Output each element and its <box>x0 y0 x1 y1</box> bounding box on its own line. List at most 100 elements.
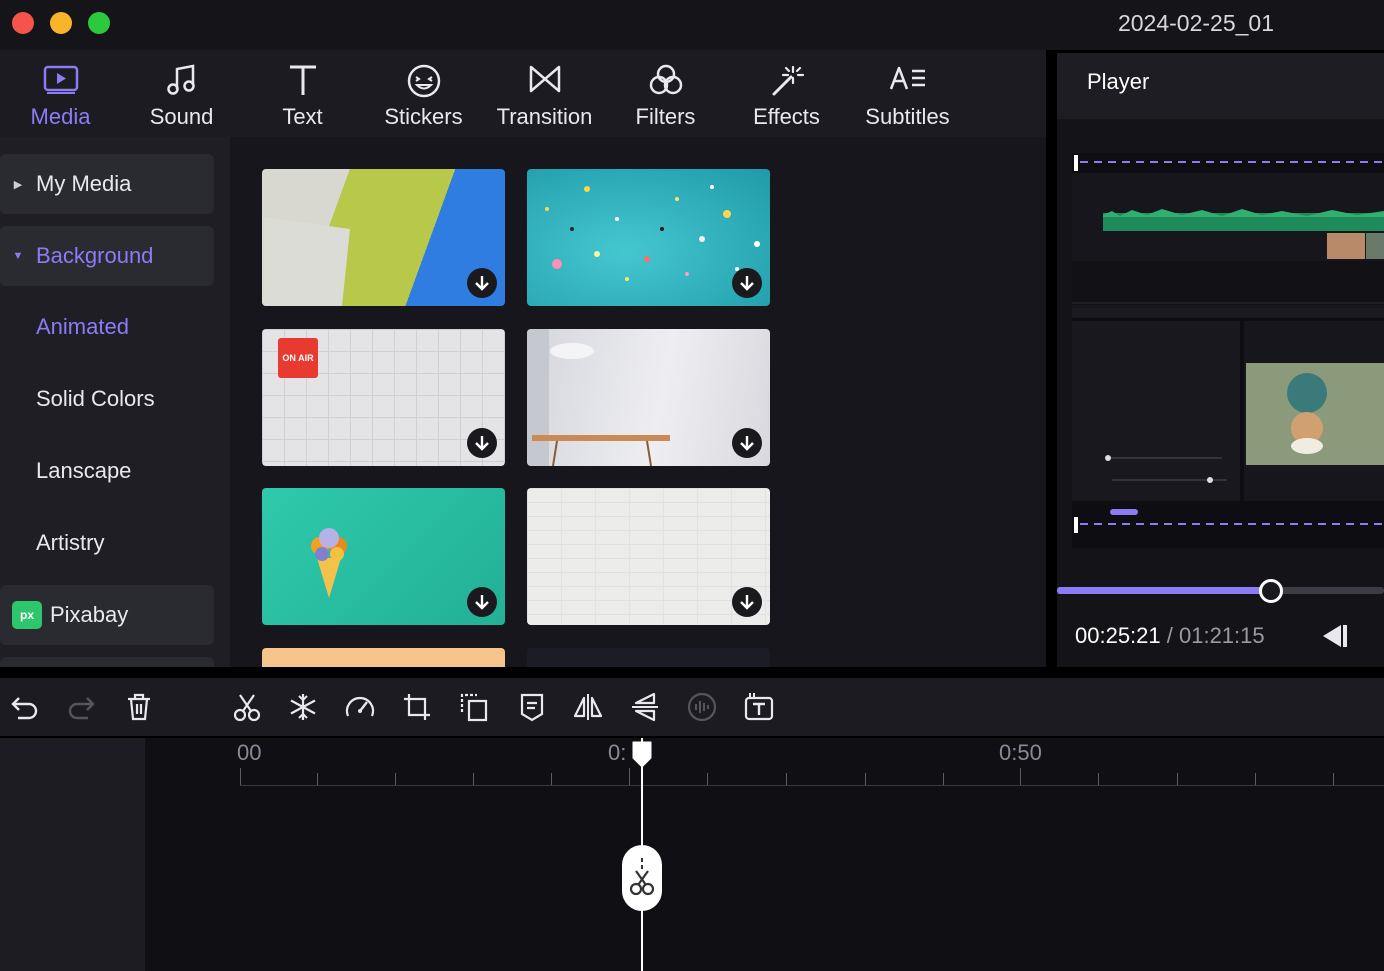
playhead-handle[interactable] <box>631 740 653 768</box>
tab-filters-label: Filters <box>635 104 696 129</box>
ruler-tick <box>786 773 787 785</box>
ruler-label: 0: <box>608 740 627 765</box>
current-time: 00:25:21 <box>1075 623 1161 648</box>
player-title: Player <box>1087 69 1150 94</box>
trash-icon <box>128 693 150 721</box>
redo-button[interactable] <box>64 690 98 724</box>
sticker-icon <box>407 64 440 98</box>
ruler-tick <box>317 773 318 785</box>
track-header <box>0 738 145 971</box>
ruler-tick <box>395 773 396 785</box>
flip-vertical-icon <box>632 692 658 722</box>
subtitle-button[interactable] <box>515 690 549 724</box>
split-at-playhead-button[interactable] <box>622 845 662 911</box>
video-preview[interactable] <box>1072 153 1384 548</box>
media-thumbnail[interactable] <box>527 648 770 667</box>
music-note-icon <box>166 64 195 95</box>
ruler-tick <box>240 768 241 785</box>
freeze-button[interactable] <box>286 690 320 724</box>
tab-subtitles[interactable]: Subtitles <box>847 50 968 137</box>
tab-text-label: Text <box>282 104 323 129</box>
title-bar: 2024-02-25_01 <box>0 0 1384 50</box>
download-icon <box>740 595 754 610</box>
download-button[interactable] <box>732 428 762 458</box>
delete-button[interactable] <box>122 690 156 724</box>
window-title: 2024-02-25_01 <box>1117 10 1274 36</box>
split-button[interactable] <box>230 690 264 724</box>
ruler-tick <box>1255 773 1256 785</box>
media-thumbnail[interactable] <box>527 329 770 466</box>
filters-icon <box>649 64 682 95</box>
play-button[interactable] <box>1319 623 1349 649</box>
media-thumbnail[interactable] <box>262 648 505 667</box>
sidebar-item-label: Background <box>36 243 154 268</box>
magic-wand-icon <box>772 65 804 96</box>
media-sidebar: ▶ My Media ▼ Background Animated Solid C… <box>0 137 230 667</box>
undo-button[interactable] <box>8 690 42 724</box>
media-thumbnail[interactable] <box>527 169 770 306</box>
tab-transition[interactable]: Transition <box>484 50 605 137</box>
audio-detach-button[interactable] <box>685 690 719 724</box>
minimize-window-button[interactable] <box>50 12 72 34</box>
mirror-button[interactable] <box>571 690 605 724</box>
tab-stickers-label: Stickers <box>384 104 463 129</box>
scissors-icon <box>233 694 261 722</box>
caption-icon <box>520 693 544 722</box>
download-button[interactable] <box>467 587 497 617</box>
tab-text[interactable]: Text <box>242 50 363 137</box>
sidebar-item-background[interactable]: ▼ Background <box>0 226 214 286</box>
player-header: Player <box>1057 53 1384 119</box>
progress-slider-handle[interactable] <box>1259 579 1283 603</box>
sidebar-sub-animated[interactable]: Animated <box>36 314 129 340</box>
download-button[interactable] <box>467 428 497 458</box>
add-text-button[interactable] <box>742 690 776 724</box>
speed-button[interactable] <box>343 690 377 724</box>
sidebar-item-my-media[interactable]: ▶ My Media <box>0 154 214 214</box>
maximize-window-button[interactable] <box>88 12 110 34</box>
timeline[interactable]: 00 0: 0:50 <box>0 738 1384 971</box>
close-window-button[interactable] <box>12 12 34 34</box>
tab-stickers[interactable]: Stickers <box>363 50 484 137</box>
panel-divider <box>0 667 1384 678</box>
sidebar-item-label: Pixabay <box>50 602 129 627</box>
sidebar-item-pixabay[interactable]: px Pixabay <box>0 585 214 645</box>
chevron-right-icon: ▶ <box>13 178 23 191</box>
edit-toolbar <box>0 678 1384 736</box>
time-display: 00:25:21 / 01:21:15 <box>1075 623 1265 649</box>
tab-filters[interactable]: Filters <box>605 50 726 137</box>
media-thumbnail[interactable]: ON AIR <box>262 329 505 466</box>
tab-media-label: Media <box>30 104 91 129</box>
sidebar-sub-solid-colors[interactable]: Solid Colors <box>36 386 155 412</box>
subtitles-icon <box>889 66 925 90</box>
ruler-tick <box>629 768 630 785</box>
sidebar-sub-landscape[interactable]: Lanscape <box>36 458 131 484</box>
download-button[interactable] <box>732 587 762 617</box>
tab-effects[interactable]: Effects <box>726 50 847 137</box>
sidebar-item-more[interactable] <box>0 657 214 667</box>
media-thumbnail[interactable] <box>262 169 505 306</box>
flip-button[interactable] <box>628 690 662 724</box>
media-thumbnail[interactable] <box>262 488 505 625</box>
tab-sound[interactable]: Sound <box>121 50 242 137</box>
ruler-tick <box>943 773 944 785</box>
download-button[interactable] <box>732 268 762 298</box>
tab-media[interactable]: Media <box>0 50 121 137</box>
download-icon <box>475 276 489 291</box>
text-icon <box>289 65 316 95</box>
undo-icon <box>11 697 38 720</box>
crop-icon <box>404 694 430 720</box>
transition-icon <box>529 65 560 93</box>
progress-fill <box>1057 587 1271 594</box>
redo-icon <box>68 697 95 720</box>
preview-frame <box>1072 153 1384 548</box>
time-ruler[interactable]: 00 0: 0:50 <box>145 738 1384 786</box>
scissors-icon <box>629 858 655 896</box>
crop-button[interactable] <box>400 690 434 724</box>
ruler-label: 00 <box>237 740 262 765</box>
copy-button[interactable] <box>457 690 491 724</box>
download-button[interactable] <box>467 268 497 298</box>
sidebar-sub-artistry[interactable]: Artistry <box>36 530 104 556</box>
media-thumbnail[interactable] <box>527 488 770 625</box>
ruler-tick <box>1020 768 1021 785</box>
tab-transition-label: Transition <box>496 104 593 129</box>
